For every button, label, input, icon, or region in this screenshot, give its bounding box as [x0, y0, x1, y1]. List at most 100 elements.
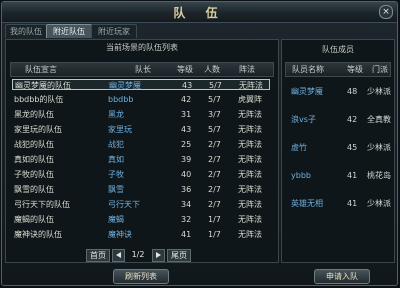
refresh-list-button[interactable]: 刷新列表 [113, 269, 169, 284]
window-title: 队 伍 [173, 6, 226, 20]
team-formation: 无阵法 [238, 185, 262, 194]
member-row[interactable]: 虚竹 45 少林派 [285, 138, 391, 158]
member-row[interactable]: 浪vs子 42 全真教 [285, 110, 391, 130]
member-level: 41 [347, 199, 358, 208]
tab-nearby-players[interactable]: 附近玩家 [91, 24, 137, 38]
team-row[interactable]: 幽灵梦魇的队伍 幽灵梦魇 43 5/7 无阵法 [12, 79, 270, 90]
team-captain: 魔蝎 [108, 215, 124, 224]
members-title: 队伍成员 [322, 45, 354, 54]
team-formation: 无阵法 [238, 170, 262, 179]
team-slogan: 幽灵梦魇的队伍 [15, 81, 71, 90]
member-name: 虚竹 [291, 143, 307, 152]
member-name: 浪vs子 [291, 115, 316, 124]
member-sect: 少林派 [367, 87, 391, 96]
member-sect: 少林派 [367, 199, 391, 208]
team-level: 31 [181, 110, 192, 119]
team-count: 1/7 [208, 230, 221, 239]
member-name: 幽灵梦魇 [291, 87, 323, 96]
team-window: 队 伍 × 我的队伍 附近队伍 附近玩家 当前场景的队伍列表 队伍宣言 队长 等… [1, 1, 398, 286]
team-captain: 子牧 [108, 170, 124, 179]
team-slogan: 飘雪的队伍 [14, 185, 54, 194]
team-formation: 无阵法 [238, 140, 262, 149]
team-level: 43 [181, 125, 192, 134]
close-button[interactable]: × [379, 5, 393, 19]
team-count: 1/7 [208, 215, 221, 224]
team-level: 32 [181, 215, 192, 224]
team-captain: 战犯 [108, 140, 124, 149]
member-name: 英雄无相 [291, 199, 323, 208]
team-formation: 无阵法 [238, 125, 262, 134]
team-captain: 黑龙 [108, 110, 124, 119]
team-row[interactable]: 子牧的队伍 子牧 40 2/7 无阵法 [12, 169, 270, 180]
team-count: 2/7 [208, 200, 221, 209]
team-level: 39 [181, 155, 192, 164]
col-member-level: 等级 [347, 65, 363, 74]
team-count: 5/7 [208, 125, 221, 134]
team-level: 43 [182, 81, 193, 90]
col-captain: 队长 [135, 65, 151, 74]
first-page-button[interactable]: 首页 [86, 249, 110, 262]
team-list-header: 队伍宣言 队长 等级 人数 阵法 [10, 62, 274, 77]
team-slogan: 家里玩的队伍 [14, 125, 62, 134]
team-slogan: 弓行天下的队伍 [14, 200, 70, 209]
team-formation: 无阵法 [238, 200, 262, 209]
team-slogan: 魔神诀的队伍 [14, 230, 62, 239]
tab-nearby-teams[interactable]: 附近队伍 [46, 24, 92, 38]
member-name: ybbb [291, 171, 311, 180]
page-indicator: 1/2 [131, 250, 145, 259]
team-row[interactable]: 战犯的队伍 战犯 25 2/7 无阵法 [12, 139, 270, 150]
member-level: 48 [347, 87, 358, 96]
member-level: 41 [347, 171, 358, 180]
team-count: 5/7 [209, 81, 222, 90]
team-count: 3/7 [208, 110, 221, 119]
last-page-button[interactable]: 尾页 [167, 249, 191, 262]
team-slogan: 战犯的队伍 [14, 140, 54, 149]
team-row[interactable]: 黑龙的队伍 黑龙 31 3/7 无阵法 [12, 109, 270, 120]
team-count: 5/7 [208, 95, 221, 104]
prev-page-arrow-icon[interactable] [112, 249, 125, 262]
team-formation: 无阵法 [238, 215, 262, 224]
members-header: 队员名称 等级 门派 [285, 62, 391, 77]
team-captain: 弓行天下 [108, 200, 140, 209]
team-level: 34 [181, 200, 192, 209]
member-row[interactable]: 英雄无相 41 少林派 [285, 194, 391, 214]
team-count: 2/7 [208, 155, 221, 164]
col-count: 人数 [204, 65, 220, 74]
team-captain: 魔神诀 [108, 230, 132, 239]
team-formation: 虎翼阵 [238, 95, 262, 104]
team-row[interactable]: 魔神诀的队伍 魔神诀 41 1/7 无阵法 [12, 229, 270, 240]
team-row[interactable]: 家里玩的队伍 家里玩 43 5/7 无阵法 [12, 124, 270, 135]
team-captain: 飘雪 [108, 185, 124, 194]
team-row[interactable]: 真如的队伍 真如 39 2/7 无阵法 [12, 154, 270, 165]
team-captain: bbdbb [108, 95, 134, 104]
member-sect: 少林派 [367, 143, 391, 152]
team-list-title: 当前场景的队伍列表 [106, 43, 178, 52]
team-count: 2/7 [208, 185, 221, 194]
next-page-arrow-icon[interactable] [152, 249, 165, 262]
team-level: 40 [181, 170, 192, 179]
tab-my-team[interactable]: 我的队伍 [5, 24, 47, 38]
team-list-panel: 当前场景的队伍列表 队伍宣言 队长 等级 人数 阵法 幽灵梦魇的队伍 幽灵梦魇 43… [5, 39, 279, 263]
team-row[interactable]: 飘雪的队伍 飘雪 36 2/7 无阵法 [12, 184, 270, 195]
team-count: 2/7 [208, 170, 221, 179]
member-row[interactable]: ybbb 41 桃花岛 [285, 166, 391, 186]
team-formation: 无阵法 [238, 110, 262, 119]
member-sect: 全真教 [367, 115, 391, 124]
team-row[interactable]: 魔蝎的队伍 魔蝎 32 1/7 无阵法 [12, 214, 270, 225]
col-member-sect: 门派 [372, 65, 388, 74]
team-slogan: 子牧的队伍 [14, 170, 54, 179]
team-level: 36 [181, 185, 192, 194]
team-level: 25 [181, 140, 192, 149]
team-row[interactable]: bbdbb的队伍 bbdbb 42 5/7 虎翼阵 [12, 94, 270, 105]
team-level: 41 [181, 230, 192, 239]
team-captain: 家里玩 [108, 125, 132, 134]
team-formation: 无阵法 [239, 81, 263, 90]
team-slogan: 黑龙的队伍 [14, 110, 54, 119]
team-count: 2/7 [208, 140, 221, 149]
member-row[interactable]: 幽灵梦魇 48 少林派 [285, 82, 391, 102]
member-sect: 桃花岛 [367, 171, 391, 180]
apply-join-button[interactable]: 申请入队 [314, 269, 370, 284]
team-level: 42 [181, 95, 192, 104]
title-bar: 队 伍 × [2, 2, 397, 23]
team-row[interactable]: 弓行天下的队伍 弓行天下 34 2/7 无阵法 [12, 199, 270, 210]
